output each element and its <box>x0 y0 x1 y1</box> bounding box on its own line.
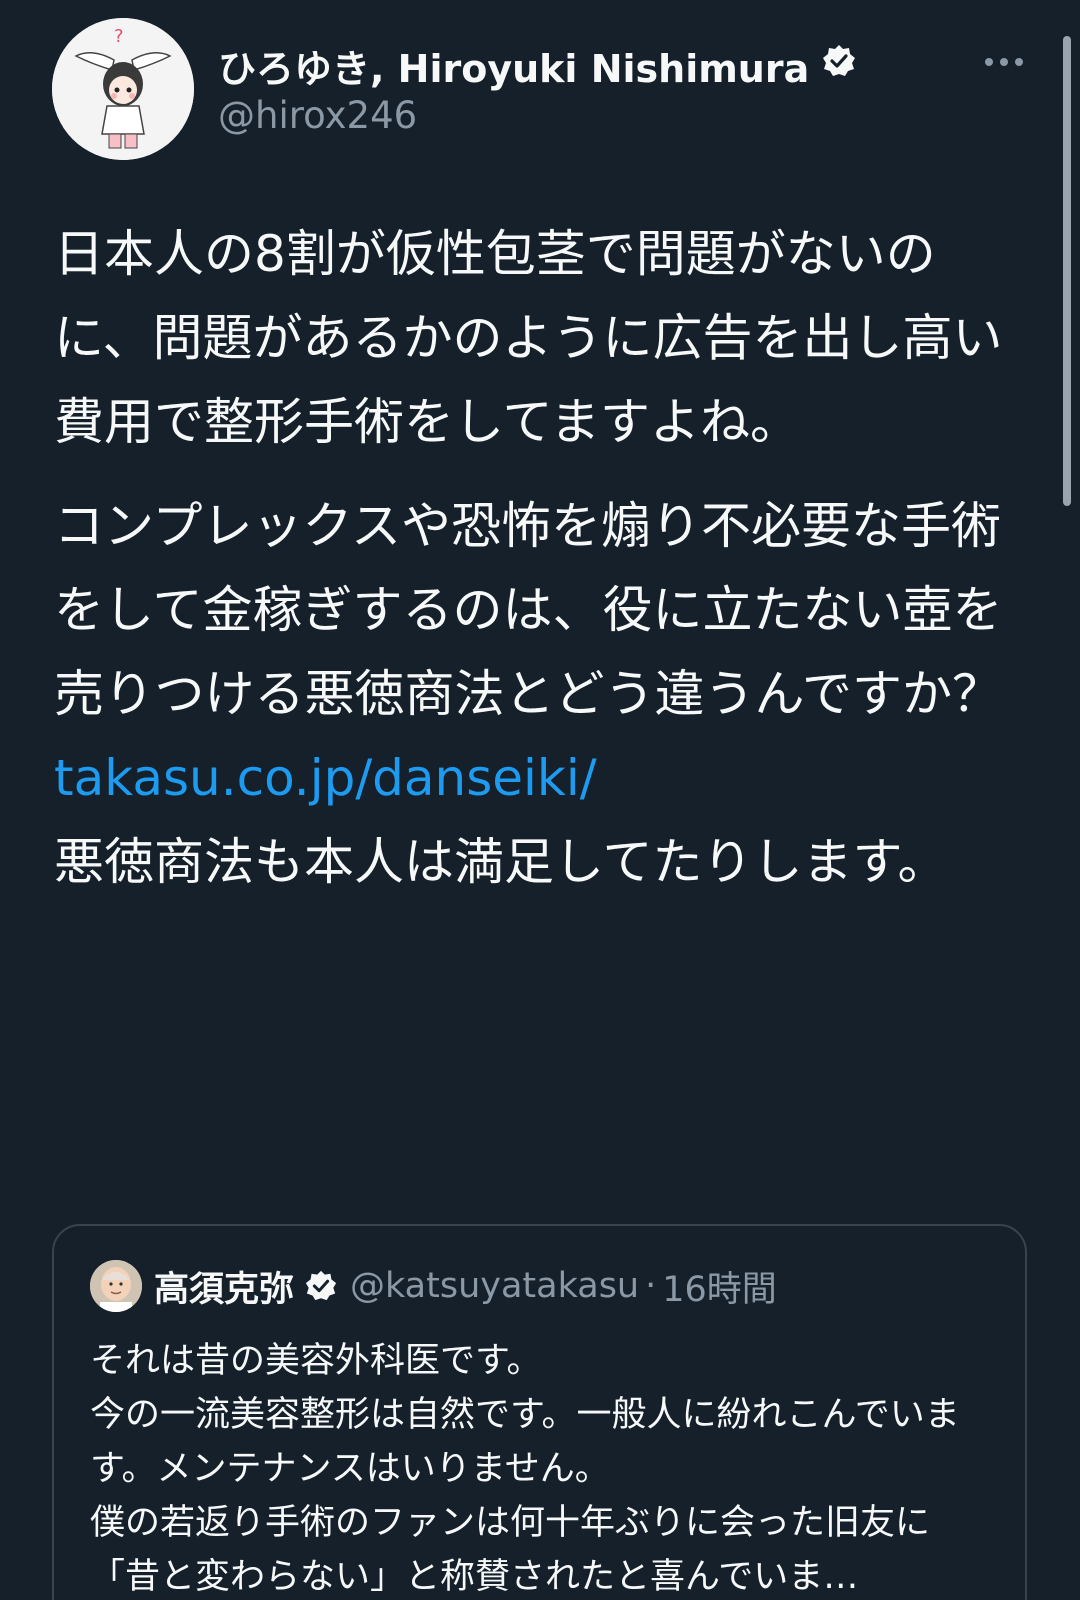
author-avatar[interactable]: ? <box>52 18 194 160</box>
quoted-separator: · <box>645 1266 657 1306</box>
author-name[interactable]: ひろゆき, Hiroyuki Nishimura <box>218 38 809 93</box>
quoted-author-name[interactable]: 高須克弥 <box>154 1261 294 1312</box>
quoted-line: それは昔の美容外科医です。 <box>90 1341 542 1381</box>
quoted-body: それは昔の美容外科医です。 今の一流美容整形は自然です。一般人に紛れこんでいます… <box>90 1334 990 1600</box>
author-handle[interactable]: @hirox246 <box>218 94 417 137</box>
quoted-timestamp[interactable]: 16時間 <box>662 1261 777 1312</box>
tweet-paragraph-1: 日本人の8割が仮性包茎で問題がないのに、問題があるかのように広告を出し高い費用で… <box>54 225 1003 451</box>
verified-badge-icon <box>821 43 857 88</box>
verified-badge-icon <box>304 1269 338 1303</box>
quoted-author-avatar[interactable] <box>90 1260 142 1312</box>
tweet-paragraph-3: 悪徳商法も本人は満足してたりします。 <box>54 833 948 891</box>
quoted-line: 今の一流美容整形は自然です。一般人に紛れこんでいます。メンテナンスはいりません。 <box>90 1395 960 1489</box>
quoted-line: 僕の若返り手術のファンは何十年ぶりに会った旧友に「昔と変わらない」と称賛されたと… <box>90 1503 931 1597</box>
tweet-page: ? ひろゆき, Hiroyuki Nishimura @hirox246 日本人… <box>0 0 1080 1600</box>
tweet-body: 日本人の8割が仮性包茎で問題がないのに、問題があるかのように広告を出し高い費用で… <box>54 212 1014 904</box>
tweet-link[interactable]: takasu.co.jp/danseiki/ <box>54 736 1014 820</box>
scrollbar[interactable] <box>1063 36 1071 506</box>
svg-text:?: ? <box>114 26 124 47</box>
more-options-icon[interactable] <box>976 44 1032 80</box>
quoted-header: 高須克弥 @katsuyatakasu · 16時間 <box>154 1260 777 1312</box>
author-name-row[interactable]: ひろゆき, Hiroyuki Nishimura <box>218 38 857 93</box>
quoted-author-handle[interactable]: @katsuyatakasu <box>350 1266 639 1306</box>
quoted-tweet-card[interactable]: 高須克弥 @katsuyatakasu · 16時間 それは昔の美容外科医です。… <box>52 1224 1027 1600</box>
tweet-paragraph-2: コンプレックスや恐怖を煽り不必要な手術をして金稼ぎするのは、役に立たない壺を売り… <box>54 497 1003 723</box>
